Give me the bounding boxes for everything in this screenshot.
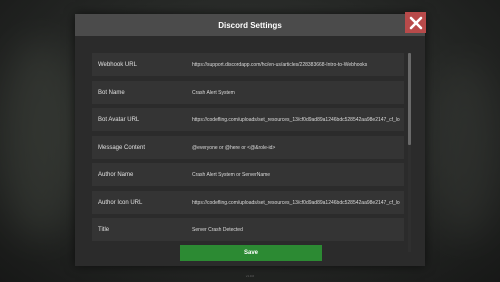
setting-label: Bot Avatar URL bbox=[98, 116, 140, 123]
setting-row-author-name[interactable]: Author Name Crash Alert System or Server… bbox=[92, 163, 404, 186]
setting-value-input[interactable]: Crash Alert System bbox=[192, 90, 400, 96]
discord-settings-dialog: Discord Settings Webhook URL https://sup… bbox=[75, 12, 426, 266]
background-blur-right bbox=[430, 60, 500, 240]
setting-row-message-content[interactable]: Message Content @everyone or @here or <@… bbox=[92, 136, 404, 159]
setting-value-input[interactable]: Server Crash Detected bbox=[192, 227, 400, 233]
dialog-title: Discord Settings bbox=[218, 20, 282, 30]
setting-value-input[interactable]: https://support.discordapp.com/hc/en-us/… bbox=[192, 62, 400, 68]
settings-scrollbar[interactable] bbox=[408, 53, 411, 252]
footer-note: v1.0.0 bbox=[245, 274, 255, 278]
close-button[interactable] bbox=[405, 12, 426, 33]
dialog-header: Discord Settings bbox=[75, 14, 425, 36]
setting-row-bot-name[interactable]: Bot Name Crash Alert System bbox=[92, 81, 404, 104]
setting-label: Title bbox=[98, 226, 110, 233]
setting-label: Webhook URL bbox=[98, 61, 137, 68]
save-button-label: Save bbox=[243, 250, 258, 256]
setting-row-title[interactable]: Title Server Crash Detected bbox=[92, 218, 404, 241]
setting-row-webhook-url[interactable]: Webhook URL https://support.discordapp.c… bbox=[92, 53, 404, 76]
setting-row-author-icon-url[interactable]: Author Icon URL https://codefling.com/up… bbox=[92, 191, 404, 214]
save-button[interactable]: Save bbox=[180, 245, 322, 261]
settings-list: Webhook URL https://support.discordapp.c… bbox=[92, 53, 407, 252]
setting-label: Bot Name bbox=[98, 89, 125, 96]
setting-value-input[interactable]: https://codefling.com/uploads/set_resour… bbox=[192, 200, 400, 206]
setting-label: Message Content bbox=[98, 144, 146, 151]
setting-row-bot-avatar-url[interactable]: Bot Avatar URL https://codefling.com/upl… bbox=[92, 108, 404, 131]
background-blur-left bbox=[0, 40, 80, 240]
setting-value-input[interactable]: https://codefling.com/uploads/set_resour… bbox=[192, 117, 400, 123]
setting-label: Author Name bbox=[98, 171, 134, 178]
setting-value-input[interactable]: @everyone or @here or <@&role-id> bbox=[192, 145, 400, 151]
scrollbar-thumb[interactable] bbox=[408, 53, 411, 145]
close-x-icon bbox=[409, 16, 422, 29]
setting-label: Author Icon URL bbox=[98, 199, 143, 206]
setting-value-input[interactable]: Crash Alert System or ServerName bbox=[192, 172, 400, 178]
